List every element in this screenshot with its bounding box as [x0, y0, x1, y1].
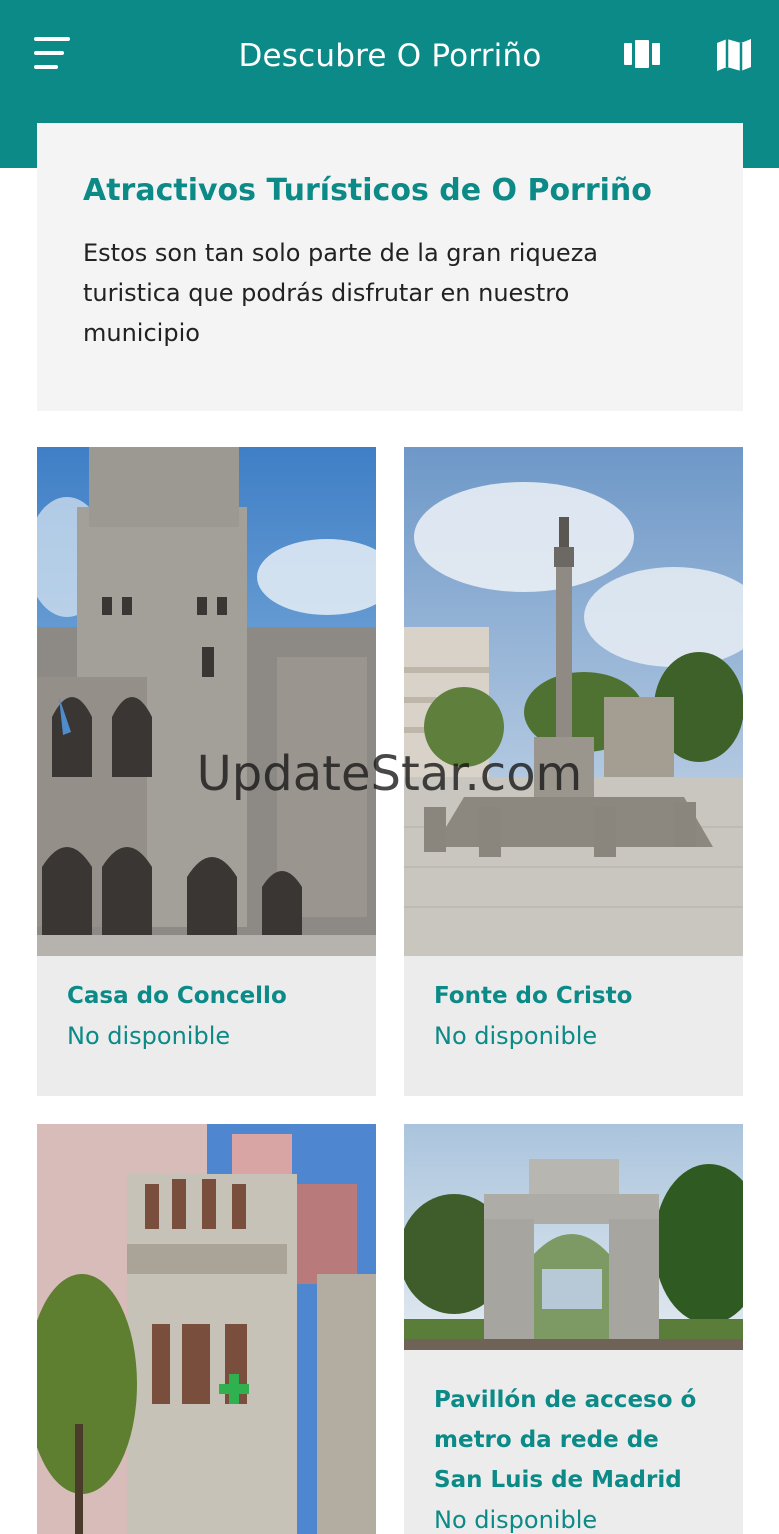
attraction-name: Casa do Concello	[67, 983, 287, 1009]
intro-text: Estos son tan solo parte de la gran riqu…	[83, 239, 598, 347]
availability-status: No disponible	[67, 1022, 231, 1050]
attraction-card-casa-do-concello[interactable]: Casa do Concello No disponible	[37, 447, 376, 1096]
attraction-card-pavillon[interactable]: Pavillón de acceso ó metro da rede de Sa…	[404, 1124, 743, 1534]
gallery-icon[interactable]	[620, 34, 664, 74]
card-info: Fonte do Cristo No disponible	[404, 976, 743, 1056]
intro-card: Atractivos Turísticos de O Porriño Estos…	[37, 123, 743, 411]
building-photo	[37, 1124, 376, 1534]
attraction-card-fonte-do-cristo[interactable]: Fonte do Cristo No disponible	[404, 447, 743, 1096]
casa-do-concello-photo	[37, 447, 376, 956]
card-info: Pavillón de acceso ó metro da rede de Sa…	[404, 1380, 743, 1534]
availability-status: No disponible	[434, 1022, 598, 1050]
attraction-name: Fonte do Cristo	[434, 983, 633, 1009]
card-info: Casa do Concello No disponible	[37, 976, 376, 1056]
app-title: Descubre O Porriño	[238, 38, 542, 74]
pavillon-photo	[404, 1124, 743, 1350]
intro-title: Atractivos Turísticos de O Porriño	[83, 173, 652, 208]
fonte-do-cristo-photo	[404, 447, 743, 956]
attraction-card-third[interactable]	[37, 1124, 376, 1534]
attraction-name: Pavillón de acceso ó metro da rede de Sa…	[434, 1387, 697, 1493]
hamburger-menu-icon[interactable]	[30, 34, 74, 74]
map-icon[interactable]	[712, 34, 756, 74]
availability-status: No disponible	[434, 1506, 598, 1534]
